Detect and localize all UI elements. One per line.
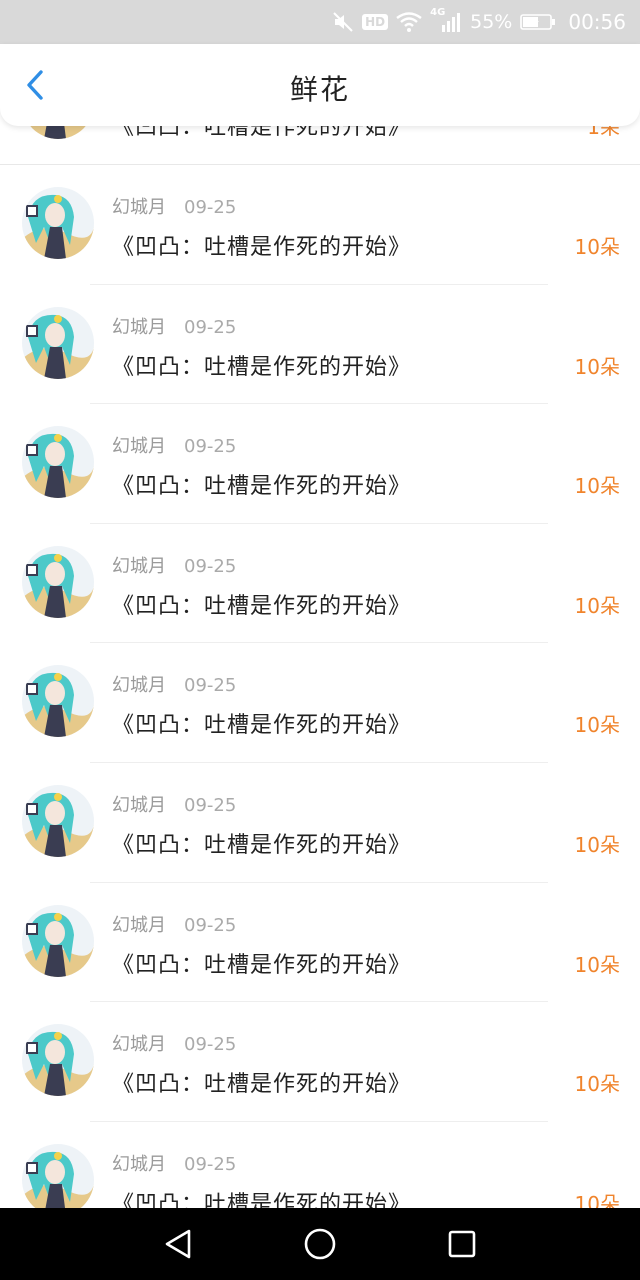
back-triangle-icon [165, 1229, 191, 1259]
username: 幻城月 [112, 197, 166, 218]
list-item[interactable]: 幻城月 09-25 《凹凸：吐槽是作死的开始》 10朵 [0, 1002, 640, 1122]
username: 幻城月 [112, 794, 166, 816]
avatar[interactable] [22, 665, 94, 738]
nav-back-button[interactable] [160, 1226, 196, 1262]
username: 幻城月 [112, 555, 166, 577]
date: 09-25 [184, 1034, 237, 1056]
title-bar: 鲜花 [0, 44, 640, 126]
list-item[interactable]: 幻城月 09-25 《凹凸：吐槽是作死的开始》 10朵 [0, 643, 640, 763]
avatar[interactable] [22, 784, 94, 857]
list-item[interactable]: 幻城月 09-25 《凹凸：吐槽是作死的开始》 10朵 [0, 763, 640, 883]
flower-count: 10朵 [574, 1191, 620, 1208]
flower-list[interactable]: 《凹凸：吐槽是作死的开始》 1朵 幻城月 09-25 《凹凸：吐槽是作死的开始》 … [0, 44, 640, 1208]
book-title[interactable]: 《凹凸：吐槽是作死的开始》 [112, 349, 411, 381]
book-title[interactable]: 《凹凸：吐槽是作死的开始》 [112, 229, 411, 261]
avatar[interactable] [22, 1143, 94, 1208]
avatar[interactable] [22, 904, 94, 977]
username: 幻城月 [112, 316, 166, 338]
hd-icon: HD [362, 14, 389, 30]
username: 幻城月 [112, 1153, 166, 1175]
date: 09-25 [184, 1153, 237, 1175]
list-item[interactable]: 幻城月 09-25 《凹凸：吐槽是作死的开始》 10朵 [0, 524, 640, 644]
nav-home-button[interactable] [302, 1226, 338, 1262]
item-meta: 幻城月 09-25 [112, 313, 236, 339]
list-item[interactable]: 幻城月 09-25 《凹凸：吐槽是作死的开始》 10朵 [0, 165, 640, 285]
date: 09-25 [184, 197, 237, 218]
recents-square-icon [448, 1230, 476, 1258]
book-title[interactable]: 《凹凸：吐槽是作死的开始》 [112, 947, 411, 979]
book-title[interactable]: 《凹凸：吐槽是作死的开始》 [112, 707, 411, 739]
flower-count: 10朵 [574, 235, 620, 259]
flower-count: 10朵 [574, 474, 620, 499]
list-item[interactable]: 幻城月 09-25 《凹凸：吐槽是作死的开始》 10朵 [0, 404, 640, 524]
avatar[interactable] [22, 187, 94, 259]
battery-icon [520, 13, 556, 31]
date: 09-25 [184, 794, 237, 816]
item-meta: 幻城月 09-25 [112, 791, 236, 817]
book-title[interactable]: 《凹凸：吐槽是作死的开始》 [112, 468, 411, 500]
avatar[interactable] [22, 306, 94, 379]
username: 幻城月 [112, 436, 166, 458]
status-icons: HD 4G 55% 00:56 [332, 0, 626, 44]
flower-count: 10朵 [574, 1072, 620, 1097]
book-title[interactable]: 《凹凸：吐槽是作死的开始》 [112, 588, 411, 620]
item-meta: 幻城月 09-25 [112, 911, 236, 937]
status-bar: HD 4G 55% 00:56 [0, 0, 640, 44]
nav-recents-button[interactable] [444, 1226, 480, 1262]
battery-percent: 55% [470, 11, 513, 33]
wifi-icon [396, 12, 422, 32]
item-meta: 幻城月 09-25 [112, 671, 236, 697]
clock: 00:56 [568, 10, 626, 34]
item-meta: 幻城月 09-25 [112, 193, 236, 219]
date: 09-25 [184, 316, 237, 338]
book-title[interactable]: 《凹凸：吐槽是作死的开始》 [112, 827, 411, 859]
avatar[interactable] [22, 1024, 94, 1097]
mute-icon [332, 11, 354, 33]
date: 09-25 [184, 914, 237, 936]
item-meta: 幻城月 09-25 [112, 552, 236, 578]
list-item[interactable]: 幻城月 09-25 《凹凸：吐槽是作死的开始》 10朵 [0, 285, 640, 405]
item-meta: 幻城月 09-25 [112, 1030, 236, 1056]
item-meta: 幻城月 09-25 [112, 432, 236, 458]
book-title[interactable]: 《凹凸：吐槽是作死的开始》 [112, 1066, 411, 1098]
date: 09-25 [184, 555, 237, 577]
flower-count: 10朵 [574, 354, 620, 379]
flower-count: 10朵 [574, 713, 620, 738]
list-item[interactable]: 幻城月 09-25 《凹凸：吐槽是作死的开始》 10朵 [0, 1122, 640, 1208]
page-title: 鲜花 [289, 73, 350, 106]
list-item[interactable]: 幻城月 09-25 《凹凸：吐槽是作死的开始》 10朵 [0, 883, 640, 1003]
navigation-bar [0, 1208, 640, 1280]
avatar[interactable] [22, 426, 94, 499]
avatar[interactable] [22, 545, 94, 618]
4g-signal-icon: 4G [430, 7, 462, 33]
item-meta: 幻城月 09-25 [112, 1150, 236, 1176]
book-title[interactable]: 《凹凸：吐槽是作死的开始》 [112, 1186, 411, 1208]
flower-count: 10朵 [574, 952, 620, 977]
flower-count: 10朵 [574, 593, 620, 618]
date: 09-25 [184, 675, 237, 697]
home-circle-icon [304, 1228, 336, 1260]
username: 幻城月 [112, 675, 166, 697]
username: 幻城月 [112, 914, 166, 936]
date: 09-25 [184, 436, 237, 458]
flower-count: 10朵 [574, 832, 620, 857]
username: 幻城月 [112, 1034, 166, 1056]
